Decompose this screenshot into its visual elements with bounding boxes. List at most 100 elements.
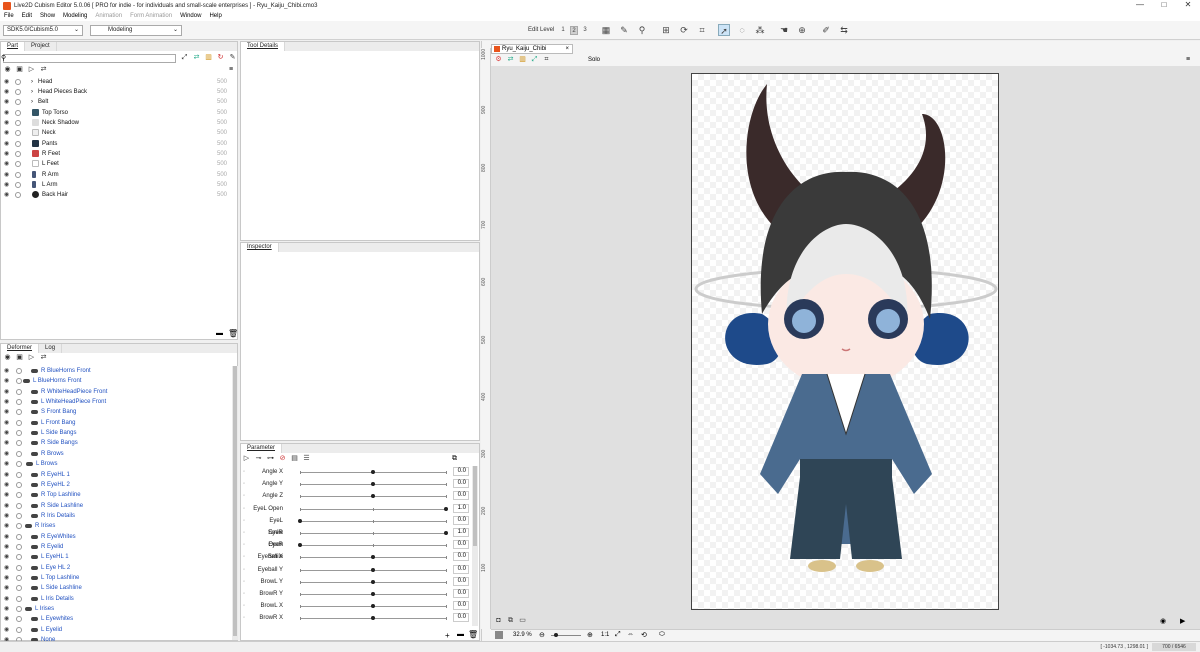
eye-icon[interactable]: ◉ [4, 87, 9, 97]
lock-icon[interactable] [15, 192, 21, 198]
palette-icon[interactable]: ▥ [518, 56, 527, 64]
artboard[interactable] [691, 73, 999, 610]
lock-icon[interactable] [16, 512, 22, 519]
group-icon[interactable]: ▤ [290, 455, 299, 463]
lock-icon[interactable] [16, 575, 22, 581]
eye-icon[interactable]: ◉ [4, 77, 9, 87]
lasso-tool-icon[interactable]: ◌ [736, 24, 748, 36]
parameter-value-field[interactable]: 1.0 [453, 503, 469, 513]
blend-shape-icon[interactable]: ⊘ [278, 455, 287, 463]
menu-file[interactable]: File [0, 13, 18, 19]
zoom-out-icon[interactable]: ⊖ [539, 631, 545, 639]
eye-icon[interactable]: ◉ [4, 149, 9, 159]
parameter-value-field[interactable]: 0.0 [453, 479, 469, 489]
parameter-slider-knob[interactable] [371, 470, 375, 474]
deformer-row[interactable]: ◉ R Eyelid [1, 542, 233, 552]
deformer-row[interactable]: ◉ R Side Lashline [1, 501, 233, 511]
part-row[interactable]: ◉ › Belt 500 [1, 97, 236, 107]
list-icon[interactable]: ☰ [302, 455, 311, 463]
eye-icon[interactable]: ◉ [4, 170, 9, 180]
menu-edit[interactable]: Edit [18, 13, 36, 19]
part-search-input[interactable] [3, 54, 176, 63]
lock-icon[interactable] [16, 492, 22, 499]
eye-icon[interactable]: ◉ [4, 563, 9, 573]
deformer-row[interactable]: ◉ R EyeHL 2 [1, 480, 233, 490]
lock-icon[interactable] [15, 182, 21, 188]
deformer-row[interactable]: ◉ L Irises [1, 604, 233, 614]
eye-icon[interactable]: ◉ [4, 118, 9, 128]
eye-icon[interactable]: ◉ [4, 583, 9, 593]
chevron-right-icon[interactable]: › [31, 77, 33, 87]
eye-icon[interactable]: ◉ [4, 501, 9, 511]
lock-icon[interactable] [16, 502, 22, 509]
eye-icon[interactable]: ◉ [4, 594, 9, 604]
parameter-lock-icon[interactable]: ◦ [243, 515, 245, 527]
copy-icon[interactable]: ⧉ [452, 455, 457, 463]
eye-icon[interactable]: ◉ [4, 387, 9, 397]
minimize-button[interactable]: — [1128, 0, 1152, 11]
parameter-value-field[interactable]: 0.0 [453, 491, 469, 501]
deformer-view-icon[interactable]: ⌗ [542, 56, 551, 64]
display-options-icon[interactable]: ⚙ [494, 56, 503, 64]
undo-redo-icon[interactable]: ⇆ [838, 24, 850, 36]
eye-icon[interactable]: ◉ [4, 376, 9, 386]
tab-canvas-document[interactable]: Ryu_Kaiju_Chibi × [491, 44, 573, 54]
eye-icon[interactable]: ◉ [4, 459, 9, 469]
deformer-row[interactable]: ◉ L BlueHorns Front [1, 376, 233, 386]
play-icon[interactable]: ▶ [1180, 617, 1185, 625]
lock-icon[interactable] [16, 450, 22, 457]
eye-icon[interactable]: ◉ [4, 542, 9, 552]
menu-icon[interactable]: ≡ [1186, 56, 1190, 63]
glue-icon[interactable]: ⚲ [636, 24, 648, 36]
lock-icon[interactable] [15, 99, 21, 105]
mesh-edit-icon[interactable]: ✎ [618, 24, 630, 36]
lock-icon[interactable] [16, 481, 22, 488]
eye-icon[interactable]: ◉ [4, 573, 9, 583]
play-icon[interactable]: ▷ [242, 455, 251, 463]
eye-icon[interactable]: ◉ [4, 532, 9, 542]
parameter-value-field[interactable]: 0.0 [453, 564, 469, 574]
parameter-slider-knob[interactable] [371, 604, 375, 609]
paint-icon[interactable]: ✎ [228, 54, 237, 62]
deformer-row[interactable]: ◉ L Side Lashline [1, 583, 233, 593]
parameter-lock-icon[interactable]: ◦ [243, 588, 245, 600]
solo-toggle[interactable]: Solo [588, 57, 600, 63]
lock-icon[interactable] [16, 471, 22, 478]
lock-icon[interactable] [16, 419, 22, 426]
parameter-lock-icon[interactable]: ◦ [243, 576, 245, 588]
parameter-value-field[interactable]: 1.0 [453, 528, 469, 537]
lock-icon[interactable] [16, 595, 22, 602]
checker-bg-icon[interactable] [495, 631, 503, 639]
parameter-lock-icon[interactable]: ◦ [243, 466, 245, 478]
lock-icon[interactable] [16, 461, 22, 468]
deformer-row[interactable]: ◉ R Brows [1, 449, 233, 459]
parameter-slider-knob[interactable] [371, 592, 375, 596]
parameter-slider-knob[interactable] [444, 531, 448, 535]
trash-icon[interactable]: 🗑 [228, 329, 238, 338]
key-icon[interactable]: ⊸ [254, 455, 263, 463]
part-row[interactable]: ◉ Neck Shadow 500 [1, 118, 236, 128]
expand-icon[interactable]: ⤢ [530, 56, 539, 64]
tab-parameter[interactable]: Parameter [241, 444, 283, 453]
parameter-slider-knob[interactable] [298, 543, 302, 548]
play-icon[interactable]: ▷ [27, 354, 36, 362]
lock-icon[interactable] [16, 554, 22, 561]
parameter-value-field[interactable]: 0.0 [453, 467, 469, 476]
rotate-icon[interactable]: ⟲ [641, 631, 647, 639]
parameter-slider-knob[interactable] [371, 579, 375, 584]
arrow-tool-icon[interactable]: ➚ [718, 24, 730, 36]
lock-icon[interactable] [16, 430, 22, 437]
edit-level-2[interactable]: 2 [570, 26, 578, 35]
zoom-in-icon[interactable]: ⊕ [587, 631, 593, 639]
deformer-warp-icon[interactable]: ⌗ [696, 24, 708, 36]
deformer-rotate-icon[interactable]: ⟳ [678, 24, 690, 36]
parameter-value-field[interactable]: 0.0 [453, 576, 469, 586]
lock-icon[interactable] [15, 110, 21, 116]
tab-project[interactable]: Project [25, 42, 57, 51]
part-row[interactable]: ◉ › Head Pieces Back 500 [1, 87, 236, 97]
refresh-icon[interactable]: ↻ [216, 54, 225, 62]
parameter-lock-icon[interactable]: ◦ [243, 478, 245, 490]
parameter-slider-knob[interactable] [371, 567, 375, 572]
eye-icon[interactable]: ◉ [4, 428, 9, 438]
deformer-row[interactable]: ◉ L Iris Details [1, 594, 233, 604]
